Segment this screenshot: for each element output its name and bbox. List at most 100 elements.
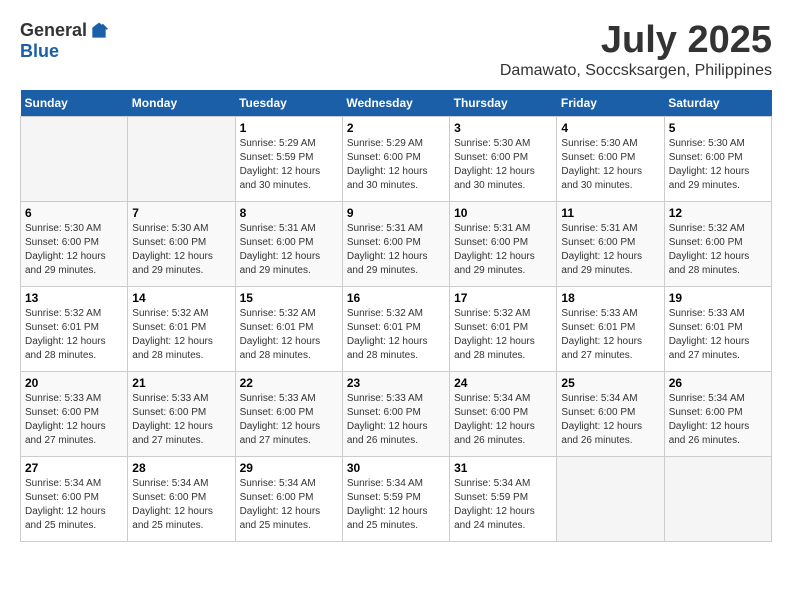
calendar-week-row: 13 Sunrise: 5:32 AM Sunset: 6:01 PM Dayli…	[21, 286, 772, 371]
calendar-week-row: 1 Sunrise: 5:29 AM Sunset: 5:59 PM Daylig…	[21, 116, 772, 201]
day-number: 15	[240, 291, 338, 305]
calendar-cell: 30 Sunrise: 5:34 AM Sunset: 5:59 PM Dayli…	[342, 456, 449, 541]
day-info: Sunrise: 5:31 AM Sunset: 6:00 PM Dayligh…	[454, 222, 552, 278]
calendar-cell: 12 Sunrise: 5:32 AM Sunset: 6:00 PM Dayli…	[664, 201, 771, 286]
weekday-header-monday: Monday	[128, 90, 235, 117]
day-number: 2	[347, 121, 445, 135]
calendar-cell: 21Sunrise: 5:33 AM Sunset: 6:00 PM Dayli…	[128, 371, 235, 456]
day-info: Sunrise: 5:33 AM Sunset: 6:00 PM Dayligh…	[240, 392, 338, 448]
day-info: Sunrise: 5:31 AM Sunset: 6:00 PM Dayligh…	[240, 222, 338, 278]
day-number: 10	[454, 206, 552, 220]
day-info: Sunrise: 5:30 AM Sunset: 6:00 PM Dayligh…	[132, 222, 230, 278]
title-block: July 2025 Damawato, Soccsksargen, Philip…	[500, 20, 772, 80]
day-info: Sunrise: 5:32 AM Sunset: 6:01 PM Dayligh…	[240, 307, 338, 363]
calendar-cell	[21, 116, 128, 201]
day-number: 9	[347, 206, 445, 220]
calendar-cell: 2 Sunrise: 5:29 AM Sunset: 6:00 PM Daylig…	[342, 116, 449, 201]
calendar-week-row: 27 Sunrise: 5:34 AM Sunset: 6:00 PM Dayli…	[21, 456, 772, 541]
weekday-header-thursday: Thursday	[450, 90, 557, 117]
day-info: Sunrise: 5:33 AM Sunset: 6:00 PM Dayligh…	[25, 392, 123, 448]
day-number: 25	[561, 376, 659, 390]
calendar-cell: 27 Sunrise: 5:34 AM Sunset: 6:00 PM Dayli…	[21, 456, 128, 541]
day-info: Sunrise: 5:33 AM Sunset: 6:01 PM Dayligh…	[669, 307, 767, 363]
weekday-header-friday: Friday	[557, 90, 664, 117]
day-info: Sunrise: 5:32 AM Sunset: 6:01 PM Dayligh…	[347, 307, 445, 363]
day-number: 17	[454, 291, 552, 305]
calendar-cell: 19 Sunrise: 5:33 AM Sunset: 6:01 PM Dayli…	[664, 286, 771, 371]
location-title: Damawato, Soccsksargen, Philippines	[500, 62, 772, 80]
calendar-cell: 10 Sunrise: 5:31 AM Sunset: 6:00 PM Dayli…	[450, 201, 557, 286]
day-number: 19	[669, 291, 767, 305]
weekday-header-row: SundayMondayTuesdayWednesdayThursdayFrid…	[21, 90, 772, 117]
day-number: 28	[132, 461, 230, 475]
day-info: Sunrise: 5:29 AM Sunset: 5:59 PM Dayligh…	[240, 137, 338, 193]
day-info: Sunrise: 5:34 AM Sunset: 6:00 PM Dayligh…	[25, 477, 123, 533]
calendar-cell: 28 Sunrise: 5:34 AM Sunset: 6:00 PM Dayli…	[128, 456, 235, 541]
day-info: Sunrise: 5:33 AM Sunset: 6:00 PM Dayligh…	[347, 392, 445, 448]
page-header: General Blue July 2025 Damawato, Soccsks…	[20, 20, 772, 80]
day-info: Sunrise: 5:33 AM Sunset: 6:00 PM Dayligh…	[132, 392, 230, 448]
calendar-cell: 5 Sunrise: 5:30 AM Sunset: 6:00 PM Daylig…	[664, 116, 771, 201]
logo-general-text: General	[20, 20, 87, 41]
day-number: 30	[347, 461, 445, 475]
day-info: Sunrise: 5:30 AM Sunset: 6:00 PM Dayligh…	[561, 137, 659, 193]
day-number: 6	[25, 206, 123, 220]
day-info: Sunrise: 5:30 AM Sunset: 6:00 PM Dayligh…	[454, 137, 552, 193]
calendar-cell	[128, 116, 235, 201]
calendar-cell: 6 Sunrise: 5:30 AM Sunset: 6:00 PM Daylig…	[21, 201, 128, 286]
day-info: Sunrise: 5:34 AM Sunset: 6:00 PM Dayligh…	[240, 477, 338, 533]
day-info: Sunrise: 5:32 AM Sunset: 6:01 PM Dayligh…	[25, 307, 123, 363]
month-title: July 2025	[500, 20, 772, 62]
calendar-cell: 11 Sunrise: 5:31 AM Sunset: 6:00 PM Dayli…	[557, 201, 664, 286]
calendar-cell: 31Sunrise: 5:34 AM Sunset: 5:59 PM Dayli…	[450, 456, 557, 541]
calendar-cell: 20 Sunrise: 5:33 AM Sunset: 6:00 PM Dayli…	[21, 371, 128, 456]
day-number: 27	[25, 461, 123, 475]
day-number: 4	[561, 121, 659, 135]
day-number: 24	[454, 376, 552, 390]
day-number: 16	[347, 291, 445, 305]
weekday-header-wednesday: Wednesday	[342, 90, 449, 117]
day-info: Sunrise: 5:34 AM Sunset: 5:59 PM Dayligh…	[454, 477, 552, 533]
calendar-cell: 9 Sunrise: 5:31 AM Sunset: 6:00 PM Daylig…	[342, 201, 449, 286]
day-info: Sunrise: 5:34 AM Sunset: 6:00 PM Dayligh…	[132, 477, 230, 533]
day-number: 20	[25, 376, 123, 390]
day-number: 12	[669, 206, 767, 220]
calendar-cell: 14 Sunrise: 5:32 AM Sunset: 6:01 PM Dayli…	[128, 286, 235, 371]
day-number: 26	[669, 376, 767, 390]
day-info: Sunrise: 5:31 AM Sunset: 6:00 PM Dayligh…	[561, 222, 659, 278]
calendar-week-row: 20 Sunrise: 5:33 AM Sunset: 6:00 PM Dayli…	[21, 371, 772, 456]
day-number: 5	[669, 121, 767, 135]
calendar-table: SundayMondayTuesdayWednesdayThursdayFrid…	[20, 90, 772, 542]
calendar-cell: 15 Sunrise: 5:32 AM Sunset: 6:01 PM Dayli…	[235, 286, 342, 371]
day-number: 13	[25, 291, 123, 305]
day-number: 1	[240, 121, 338, 135]
day-number: 3	[454, 121, 552, 135]
day-number: 18	[561, 291, 659, 305]
day-info: Sunrise: 5:32 AM Sunset: 6:00 PM Dayligh…	[669, 222, 767, 278]
day-number: 8	[240, 206, 338, 220]
calendar-cell	[557, 456, 664, 541]
day-info: Sunrise: 5:30 AM Sunset: 6:00 PM Dayligh…	[25, 222, 123, 278]
calendar-cell	[664, 456, 771, 541]
day-info: Sunrise: 5:31 AM Sunset: 6:00 PM Dayligh…	[347, 222, 445, 278]
day-number: 29	[240, 461, 338, 475]
day-info: Sunrise: 5:32 AM Sunset: 6:01 PM Dayligh…	[132, 307, 230, 363]
day-info: Sunrise: 5:29 AM Sunset: 6:00 PM Dayligh…	[347, 137, 445, 193]
calendar-cell: 3 Sunrise: 5:30 AM Sunset: 6:00 PM Daylig…	[450, 116, 557, 201]
calendar-cell: 8 Sunrise: 5:31 AM Sunset: 6:00 PM Daylig…	[235, 201, 342, 286]
logo-blue-text: Blue	[20, 41, 59, 62]
day-info: Sunrise: 5:34 AM Sunset: 5:59 PM Dayligh…	[347, 477, 445, 533]
weekday-header-sunday: Sunday	[21, 90, 128, 117]
calendar-cell: 18 Sunrise: 5:33 AM Sunset: 6:01 PM Dayli…	[557, 286, 664, 371]
calendar-week-row: 6 Sunrise: 5:30 AM Sunset: 6:00 PM Daylig…	[21, 201, 772, 286]
day-number: 14	[132, 291, 230, 305]
day-info: Sunrise: 5:33 AM Sunset: 6:01 PM Dayligh…	[561, 307, 659, 363]
calendar-cell: 16 Sunrise: 5:32 AM Sunset: 6:01 PM Dayli…	[342, 286, 449, 371]
calendar-cell: 4 Sunrise: 5:30 AM Sunset: 6:00 PM Daylig…	[557, 116, 664, 201]
day-info: Sunrise: 5:32 AM Sunset: 6:01 PM Dayligh…	[454, 307, 552, 363]
calendar-cell: 29 Sunrise: 5:34 AM Sunset: 6:00 PM Dayli…	[235, 456, 342, 541]
weekday-header-tuesday: Tuesday	[235, 90, 342, 117]
calendar-cell: 1 Sunrise: 5:29 AM Sunset: 5:59 PM Daylig…	[235, 116, 342, 201]
day-info: Sunrise: 5:30 AM Sunset: 6:00 PM Dayligh…	[669, 137, 767, 193]
day-number: 11	[561, 206, 659, 220]
